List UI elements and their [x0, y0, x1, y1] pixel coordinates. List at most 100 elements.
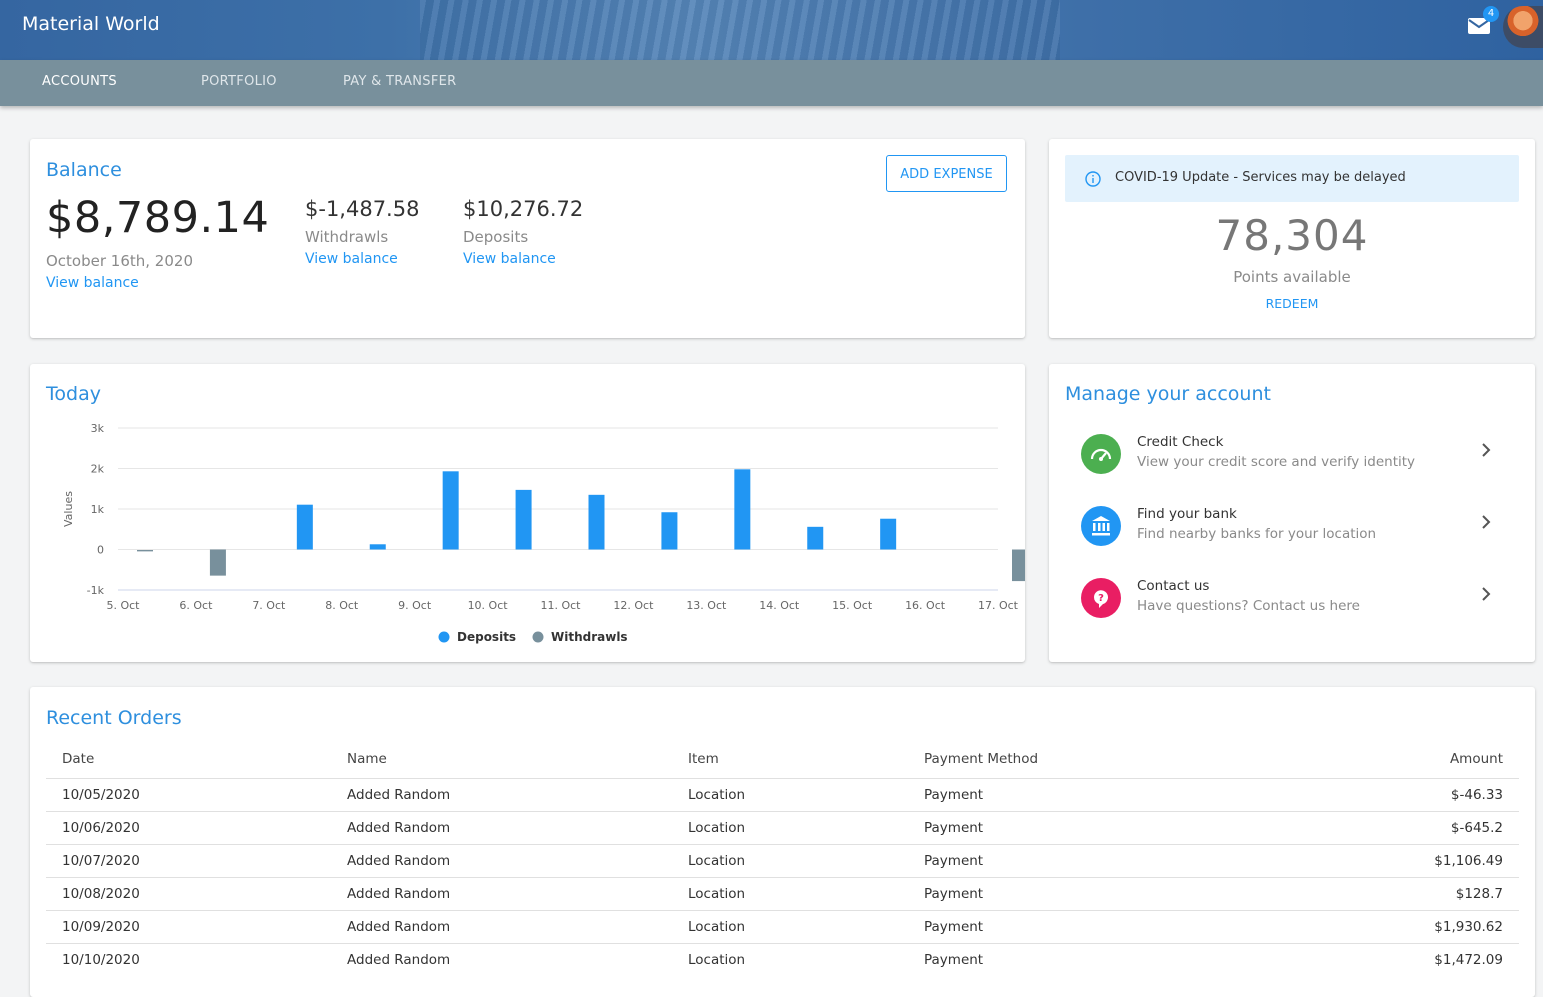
deposits-label: Deposits: [463, 228, 529, 246]
manage-title: Manage your account: [1065, 383, 1271, 405]
x-tick-label: 13. Oct: [686, 599, 727, 612]
cell-payment-method: Payment: [924, 853, 984, 869]
bar-deposits-9: [807, 526, 824, 550]
avatar[interactable]: [1503, 6, 1543, 48]
x-tick-label: 17. Oct: [978, 599, 1019, 612]
chevron-right-icon: [1482, 515, 1491, 529]
cell-name: Added Random: [347, 853, 451, 869]
x-tick-label: 15. Oct: [832, 599, 873, 612]
cell-date: 10/07/2020: [62, 853, 140, 869]
balance-card: Balance $8,789.14 October 16th, 2020 Vie…: [30, 139, 1025, 338]
cell-amount: $1,930.62: [1434, 919, 1503, 935]
x-tick-label: 10. Oct: [468, 599, 509, 612]
recent-orders-card: Recent Orders Date Name Item Payment Met…: [30, 687, 1535, 997]
svg-text:?: ?: [1098, 593, 1104, 604]
deposits-amount: $10,276.72: [463, 197, 584, 221]
cell-item: Location: [688, 853, 746, 869]
points-card: COVID-19 Update - Services may be delaye…: [1049, 139, 1535, 338]
bar-deposits-4: [442, 471, 459, 550]
cell-name: Added Random: [347, 952, 451, 968]
cell-name: Added Random: [347, 787, 451, 803]
cell-amount: $128.7: [1455, 886, 1503, 902]
manage-card: Manage your account Credit Check View yo…: [1049, 364, 1535, 662]
cell-amount: $-645.2: [1450, 820, 1503, 836]
cell-payment-method: Payment: [924, 886, 984, 902]
manage-item-credit-check[interactable]: Credit Check View your credit score and …: [1065, 430, 1519, 486]
cell-name: Added Random: [347, 886, 451, 902]
cell-date: 10/09/2020: [62, 919, 140, 935]
app-title: Material World: [22, 13, 160, 35]
cell-name: Added Random: [347, 919, 451, 935]
credit-check-subtitle: View your credit score and verify identi…: [1137, 454, 1416, 470]
header-background-image: [420, 0, 1060, 60]
y-tick-label: 0: [97, 544, 104, 557]
cell-name: Added Random: [347, 820, 451, 836]
bar-deposits-7: [661, 512, 678, 550]
tab-pay-transfer[interactable]: PAY & TRANSFER: [343, 74, 456, 89]
table-row[interactable]: 10/08/2020 Added Random Location Payment $12…: [46, 877, 1519, 911]
table-row[interactable]: 10/09/2020 Added Random Location Payment $1,…: [46, 910, 1519, 944]
cell-amount: $-46.33: [1450, 787, 1503, 803]
cell-item: Location: [688, 952, 746, 968]
tab-portfolio[interactable]: PORTFOLIO: [201, 74, 277, 89]
cell-date: 10/05/2020: [62, 787, 140, 803]
balance-view-link[interactable]: View balance: [46, 275, 139, 291]
cell-item: Location: [688, 919, 746, 935]
y-tick-label: -1k: [87, 584, 105, 597]
add-expense-button[interactable]: ADD EXPENSE: [886, 155, 1007, 192]
legend-marker-withdrawls: [532, 631, 544, 643]
bar-withdrawls-1: [209, 549, 226, 576]
cell-payment-method: Payment: [924, 919, 984, 935]
table-row[interactable]: 10/05/2020 Added Random Location Payment $-4…: [46, 778, 1519, 812]
info-icon: [1085, 171, 1101, 187]
bar-withdrawls-12: [1012, 549, 1025, 582]
table-row[interactable]: 10/06/2020 Added Random Location Payment $-6…: [46, 811, 1519, 845]
tab-accounts[interactable]: ACCOUNTS: [42, 74, 117, 89]
x-tick-label: 12. Oct: [613, 599, 654, 612]
deposits-view-link[interactable]: View balance: [463, 251, 556, 267]
x-tick-label: 16. Oct: [905, 599, 946, 612]
bar-deposits-5: [515, 489, 532, 550]
cell-payment-method: Payment: [924, 787, 984, 803]
bar-deposits-6: [588, 494, 605, 550]
x-tick-label: 11. Oct: [540, 599, 581, 612]
today-bar-chart: 3k 2k 1k 0 -1k Values 5. Oct 6. Oct 7. Oct 8. Oct…: [62, 422, 1025, 644]
help-icon: ?: [1093, 590, 1108, 608]
find-bank-subtitle: Find nearby banks for your location: [1137, 526, 1377, 542]
tab-bar: ACCOUNTS PORTFOLIO PAY & TRANSFER: [0, 60, 1543, 106]
covid-alert: COVID-19 Update - Services may be delaye…: [1065, 155, 1519, 202]
withdrawals-view-link[interactable]: View balance: [305, 251, 398, 267]
manage-item-find-bank[interactable]: Find your bank Find nearby banks for you…: [1065, 502, 1519, 558]
column-header-name: Name: [347, 751, 387, 767]
y-tick-label: 2k: [91, 463, 105, 476]
contact-us-title: Contact us: [1137, 578, 1210, 594]
speedometer-icon: [1090, 448, 1112, 461]
bar-deposits-2: [296, 504, 313, 550]
x-tick-label: 6. Oct: [179, 599, 213, 612]
cell-item: Location: [688, 820, 746, 836]
column-header-item: Item: [688, 751, 719, 767]
x-tick-label: 5. Oct: [106, 599, 140, 612]
find-bank-title: Find your bank: [1137, 506, 1237, 522]
cell-item: Location: [688, 886, 746, 902]
manage-item-contact-us[interactable]: ? Contact us Have questions? Contact us …: [1065, 574, 1519, 630]
credit-check-badge: [1081, 434, 1121, 474]
points-value: 78,304: [1215, 211, 1369, 260]
cell-payment-method: Payment: [924, 820, 984, 836]
column-header-payment-method: Payment Method: [924, 751, 1039, 767]
contact-us-badge: ?: [1081, 578, 1121, 618]
chevron-right-icon: [1482, 587, 1491, 601]
chevron-right-icon: [1482, 443, 1491, 457]
y-axis-label: Values: [62, 491, 75, 527]
bar-deposits-8: [734, 469, 751, 550]
alert-text: COVID-19 Update - Services may be delaye…: [1115, 170, 1406, 185]
table-row[interactable]: 10/07/2020 Added Random Location Payment $1,…: [46, 844, 1519, 878]
mail-count-badge: 4: [1483, 6, 1499, 22]
table-row[interactable]: 10/10/2020 Added Random Location Payment $1,…: [46, 943, 1519, 977]
redeem-button[interactable]: REDEEM: [1049, 296, 1535, 311]
find-bank-badge: [1081, 506, 1121, 546]
app-bar: Material World 4: [0, 0, 1543, 60]
cell-date: 10/06/2020: [62, 820, 140, 836]
cell-date: 10/10/2020: [62, 952, 140, 968]
bank-icon: [1092, 516, 1110, 536]
